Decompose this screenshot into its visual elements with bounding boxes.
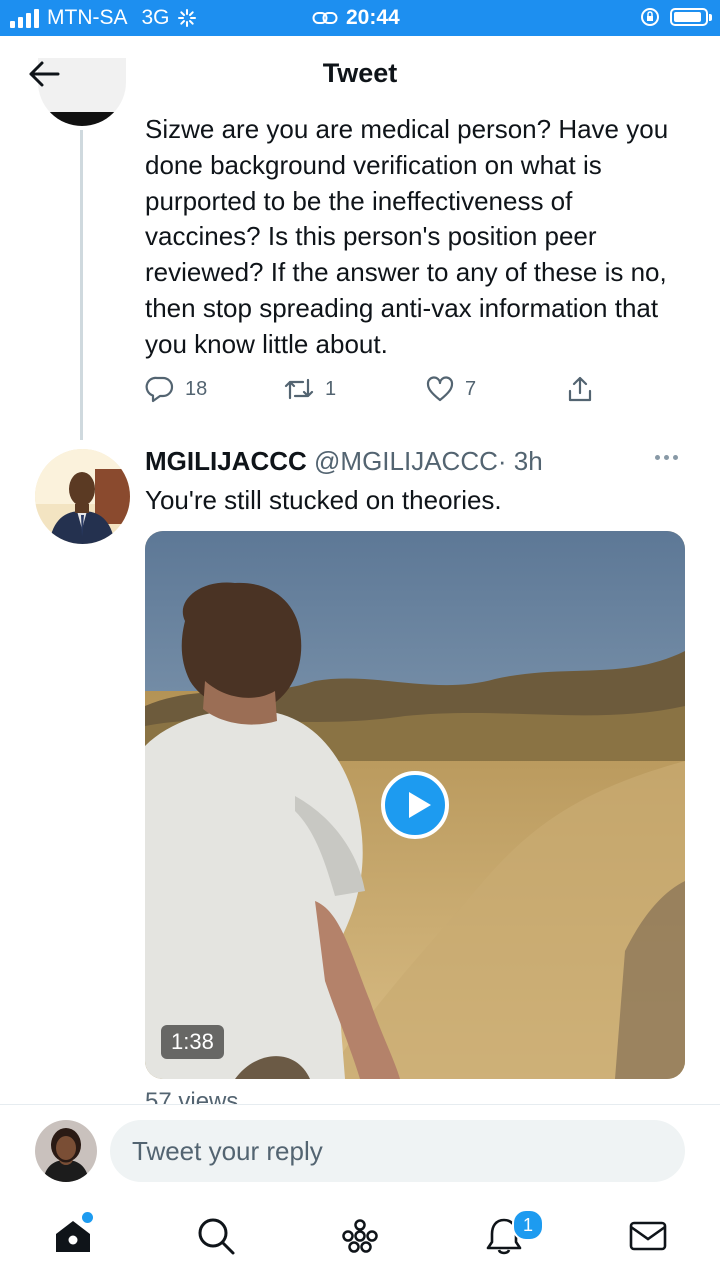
heart-icon bbox=[426, 376, 454, 402]
thread-line bbox=[80, 130, 83, 440]
play-button[interactable] bbox=[381, 771, 449, 839]
spaces-icon[interactable] bbox=[338, 1214, 382, 1258]
author-name[interactable]: MGILIJACCC bbox=[145, 446, 307, 476]
header: Tweet bbox=[0, 36, 720, 112]
reply-icon bbox=[145, 376, 174, 403]
more-options-icon[interactable] bbox=[655, 455, 678, 460]
parent-tweet-actions: 18 1 7 bbox=[145, 374, 605, 406]
search-icon[interactable] bbox=[194, 1214, 238, 1258]
mail-icon[interactable] bbox=[626, 1214, 670, 1258]
network-label: 3G bbox=[141, 6, 170, 29]
home-new-dot bbox=[82, 1212, 93, 1223]
share-icon bbox=[568, 376, 592, 402]
status-bar: MTN-SA 3G 20:44 bbox=[0, 0, 720, 36]
parent-tweet-text: Sizwe are you are medical person? Have y… bbox=[145, 114, 669, 359]
activity-spinner-icon bbox=[177, 9, 196, 27]
retweet-icon bbox=[284, 378, 314, 400]
battery-icon bbox=[670, 8, 712, 26]
reply-tweet-text: You're still stucked on theories. bbox=[145, 485, 502, 515]
like-count: 7 bbox=[465, 377, 477, 400]
notifications-badge: 1 bbox=[512, 1209, 544, 1241]
page-title: Tweet bbox=[322, 58, 398, 88]
tweet-time: · 3h bbox=[497, 446, 543, 476]
clock: 20:44 bbox=[346, 6, 400, 29]
link-icon bbox=[312, 12, 338, 24]
orientation-lock-icon bbox=[641, 8, 659, 26]
tab-bar bbox=[0, 1196, 720, 1280]
view-count: 57 views bbox=[145, 1088, 239, 1104]
reply-author-avatar[interactable] bbox=[35, 449, 130, 544]
signal-icon bbox=[10, 8, 39, 28]
retweet-button[interactable]: 1 bbox=[283, 374, 336, 404]
reply-author-line: MGILIJACCC @MGILIJACCC· 3h bbox=[145, 446, 543, 477]
reply-count: 18 bbox=[185, 377, 208, 400]
author-handle[interactable]: @MGILIJACCC bbox=[314, 446, 498, 476]
reply-bar bbox=[0, 1104, 720, 1197]
reply-input[interactable] bbox=[110, 1120, 685, 1182]
retweet-count: 1 bbox=[325, 377, 337, 400]
like-button[interactable]: 7 bbox=[425, 374, 476, 404]
carrier-label: MTN-SA bbox=[47, 6, 128, 29]
reply-button[interactable]: 18 bbox=[145, 374, 207, 404]
my-avatar[interactable] bbox=[35, 1120, 97, 1182]
video-duration: 1:38 bbox=[161, 1025, 224, 1059]
share-button[interactable] bbox=[565, 374, 595, 404]
video-player[interactable]: 1:38 bbox=[145, 531, 685, 1079]
